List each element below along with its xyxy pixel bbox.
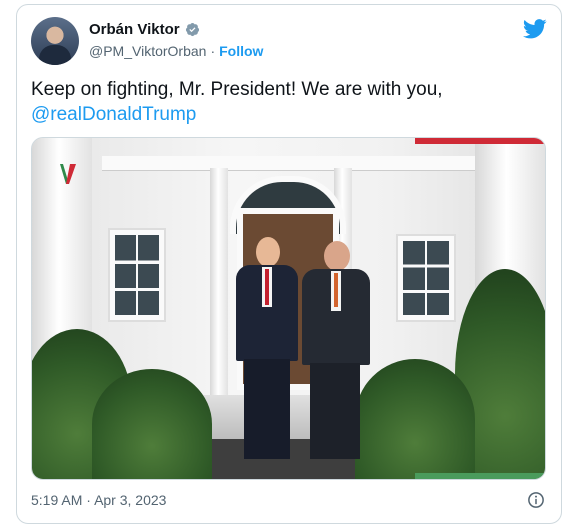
photo-plant: [92, 369, 212, 479]
author-avatar[interactable]: [31, 17, 79, 65]
photo-person-tie: [334, 273, 338, 307]
tweet-photo[interactable]: [31, 137, 546, 480]
photo-person-head: [324, 241, 350, 271]
author-name-row: Orbán Viktor: [89, 21, 200, 38]
author-handle[interactable]: @PM_ViktorOrban: [89, 43, 206, 59]
info-icon[interactable]: [527, 491, 545, 509]
photo-person-tie: [265, 269, 269, 305]
timestamp-separator: ·: [86, 492, 91, 508]
tweet-time: 5:19 AM: [31, 492, 83, 508]
photo-column: [210, 168, 228, 399]
mention-link[interactable]: @realDonaldTrump: [31, 102, 541, 127]
follow-button[interactable]: Follow: [219, 43, 263, 59]
photo-window: [110, 230, 164, 320]
photo-green-bar: [415, 473, 545, 479]
tweet-body: Keep on fighting, Mr. President! We are …: [31, 79, 443, 100]
tweet-card[interactable]: Orbán Viktor @PM_ViktorOrban · Follow Ke…: [16, 4, 562, 524]
verified-badge-icon: [185, 22, 199, 37]
photo-person-legs: [244, 359, 290, 459]
tweet-date: Apr 3, 2023: [94, 492, 167, 508]
photo-person-left: [232, 237, 302, 467]
tweet-text: Keep on fighting, Mr. President! We are …: [31, 77, 541, 127]
photo-person-right: [298, 237, 374, 467]
photo-window: [398, 236, 454, 320]
photo-person-head: [256, 237, 280, 267]
tweet-timestamp[interactable]: 5:19 AM · Apr 3, 2023: [31, 492, 166, 508]
separator-dot: ·: [210, 43, 216, 59]
photo-red-bar: [415, 138, 545, 144]
photo-cornice: [102, 156, 475, 171]
photo-person-legs: [310, 363, 360, 459]
author-name[interactable]: Orbán Viktor: [89, 21, 180, 38]
handle-row: @PM_ViktorOrban · Follow: [89, 43, 263, 59]
twitter-bird-icon[interactable]: [523, 19, 547, 39]
government-logo-icon: [60, 164, 76, 184]
